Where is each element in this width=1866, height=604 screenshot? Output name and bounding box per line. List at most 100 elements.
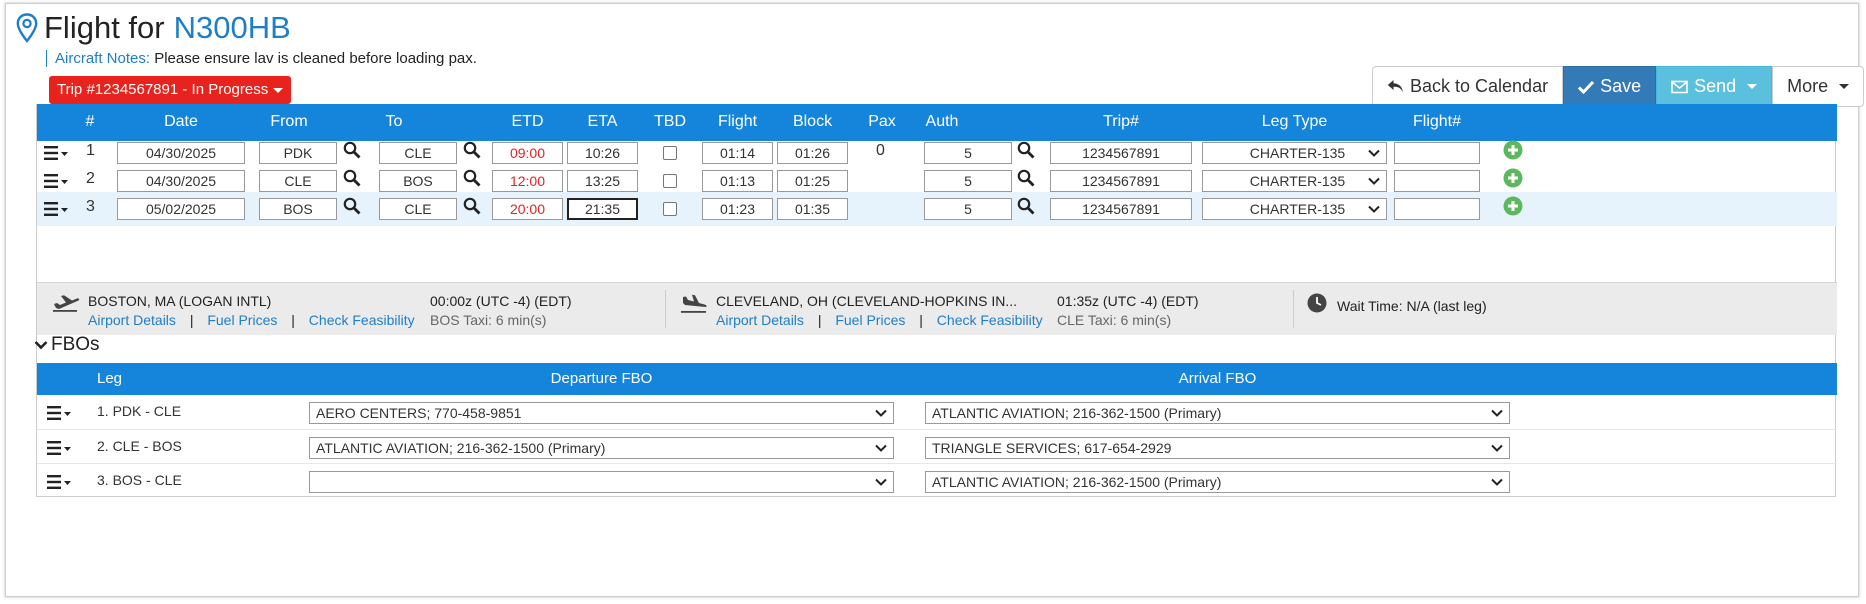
etd-input[interactable]: 12:00 (492, 170, 563, 192)
search-icon[interactable] (343, 169, 361, 187)
block-time-input[interactable]: 01:25 (777, 170, 848, 192)
search-icon[interactable] (343, 197, 361, 215)
wait-time: Wait Time: N/A (last leg) (1337, 298, 1487, 314)
leg-type-value: CHARTER-135 (1249, 173, 1346, 189)
flight-time-input[interactable]: 01:23 (702, 198, 773, 220)
leg-type-value: CHARTER-135 (1249, 201, 1346, 217)
arrival-fbo-value: ATLANTIC AVIATION; 216-362-1500 (Primary… (932, 405, 1222, 421)
col-arrival-fbo: Arrival FBO (1178, 370, 1257, 387)
search-icon[interactable] (463, 169, 481, 187)
flight-page: Flight for N300HB Aircraft Notes: Please… (5, 3, 1865, 597)
leg-number: 1 (86, 142, 95, 159)
arrival-fbo-select[interactable]: TRIANGLE SERVICES; 617-654-2929 (925, 437, 1510, 459)
to-input[interactable]: CLE (379, 142, 457, 164)
departure-taxi: BOS Taxi: 6 min(s) (430, 312, 547, 328)
from-input[interactable]: CLE (259, 170, 337, 192)
to-input[interactable]: CLE (379, 198, 457, 220)
add-leg-icon[interactable] (1503, 140, 1523, 160)
flight-number-input[interactable] (1394, 198, 1480, 220)
auth-input[interactable]: 5 (924, 198, 1012, 220)
departure-fbo-select[interactable] (309, 471, 894, 493)
search-icon[interactable] (463, 197, 481, 215)
tail-number-link[interactable]: N300HB (174, 10, 291, 46)
date-input[interactable]: 05/02/2025 (117, 198, 245, 220)
fbo-leg-label: 3. BOS - CLE (97, 472, 182, 488)
fbo-leg-label: 1. PDK - CLE (97, 403, 182, 419)
arrival-fuel-prices-link[interactable]: Fuel Prices (835, 312, 905, 328)
flight-time-input[interactable]: 01:14 (702, 142, 773, 164)
block-time-input[interactable]: 01:26 (777, 142, 848, 164)
block-time-input[interactable]: 01:35 (777, 198, 848, 220)
leg-type-select[interactable]: CHARTER-135 (1202, 198, 1387, 220)
leg-number: 3 (86, 198, 95, 215)
departure-fbo-select[interactable]: ATLANTIC AVIATION; 216-362-1500 (Primary… (309, 437, 894, 459)
flight-number-input[interactable] (1394, 142, 1480, 164)
etd-input[interactable]: 20:00 (492, 198, 563, 220)
arrival-fbo-select[interactable]: ATLANTIC AVIATION; 216-362-1500 (Primary… (925, 402, 1510, 424)
auth-input[interactable]: 5 (924, 142, 1012, 164)
row-menu-icon[interactable] (44, 201, 70, 217)
search-icon[interactable] (1017, 169, 1035, 187)
search-icon[interactable] (1017, 197, 1035, 215)
tbd-checkbox[interactable] (663, 146, 677, 160)
departure-airport-name: BOSTON, MA (LOGAN INTL) (88, 293, 272, 309)
from-input[interactable]: BOS (259, 198, 337, 220)
chevron-down-icon (1491, 444, 1503, 452)
departure-airport-details-link[interactable]: Airport Details (88, 312, 176, 328)
departure-fbo-select[interactable]: AERO CENTERS; 770-458-9851 (309, 402, 894, 424)
add-leg-icon[interactable] (1503, 196, 1523, 216)
chevron-down-icon (875, 478, 887, 486)
chevron-down-icon (34, 341, 48, 350)
plane-landing-icon (681, 294, 707, 313)
etd-input[interactable]: 09:00 (492, 142, 563, 164)
from-input[interactable]: PDK (259, 142, 337, 164)
eta-input[interactable]: 10:26 (567, 142, 638, 164)
search-icon[interactable] (463, 141, 481, 159)
row-menu-icon[interactable] (47, 440, 73, 456)
leg-type-select[interactable]: CHARTER-135 (1202, 142, 1387, 164)
caret-down-icon (1747, 84, 1758, 89)
date-input[interactable]: 04/30/2025 (117, 170, 245, 192)
leg-type-select[interactable]: CHARTER-135 (1202, 170, 1387, 192)
add-leg-icon[interactable] (1503, 168, 1523, 188)
leg-row-selected: 3 05/02/2025 BOS CLE 20:00 21:35 01:23 0… (37, 192, 1837, 226)
row-menu-icon[interactable] (47, 474, 73, 490)
row-menu-icon[interactable] (44, 173, 70, 189)
date-input[interactable]: 04/30/2025 (117, 142, 245, 164)
arrival-airport-details-link[interactable]: Airport Details (716, 312, 804, 328)
arrival-check-feasibility-link[interactable]: Check Feasibility (937, 312, 1043, 328)
tbd-checkbox[interactable] (663, 202, 677, 216)
departure-fuel-prices-link[interactable]: Fuel Prices (207, 312, 277, 328)
trip-number-input[interactable]: 1234567891 (1050, 198, 1192, 220)
fbo-table-header: Leg Departure FBO Arrival FBO (37, 363, 1837, 395)
fbos-section-title: FBOs (51, 334, 100, 355)
save-button[interactable]: Save (1563, 66, 1657, 107)
tbd-checkbox[interactable] (663, 174, 677, 188)
more-dropdown-button[interactable]: More (1772, 66, 1865, 107)
flight-time-input[interactable]: 01:13 (702, 170, 773, 192)
to-input[interactable]: BOS (379, 170, 457, 192)
arrival-taxi: CLE Taxi: 6 min(s) (1057, 312, 1172, 328)
arrival-fbo-select[interactable]: ATLANTIC AVIATION; 216-362-1500 (Primary… (925, 471, 1510, 493)
fbos-section-toggle[interactable]: FBOs (34, 334, 100, 356)
eta-input[interactable]: 13:25 (567, 170, 638, 192)
more-label: More (1787, 76, 1829, 96)
flight-number-input[interactable] (1394, 170, 1480, 192)
send-dropdown-button[interactable]: Send (1656, 66, 1773, 107)
trip-status-dropdown[interactable]: Trip #1234567891 - In Progress (49, 76, 292, 104)
row-menu-icon[interactable] (44, 145, 70, 161)
departure-fbo-value: AERO CENTERS; 770-458-9851 (316, 405, 522, 421)
page-title: Flight for N300HB (16, 10, 291, 46)
chevron-down-icon (875, 409, 887, 417)
row-menu-icon[interactable] (47, 405, 73, 421)
envelope-icon (1671, 80, 1688, 93)
search-icon[interactable] (343, 141, 361, 159)
eta-input-focused[interactable]: 21:35 (567, 198, 638, 220)
search-icon[interactable] (1017, 141, 1035, 159)
link-separator: | (817, 312, 822, 328)
departure-check-feasibility-link[interactable]: Check Feasibility (309, 312, 415, 328)
trip-number-input[interactable]: 1234567891 (1050, 142, 1192, 164)
back-to-calendar-button[interactable]: Back to Calendar (1372, 66, 1564, 107)
trip-number-input[interactable]: 1234567891 (1050, 170, 1192, 192)
auth-input[interactable]: 5 (924, 170, 1012, 192)
